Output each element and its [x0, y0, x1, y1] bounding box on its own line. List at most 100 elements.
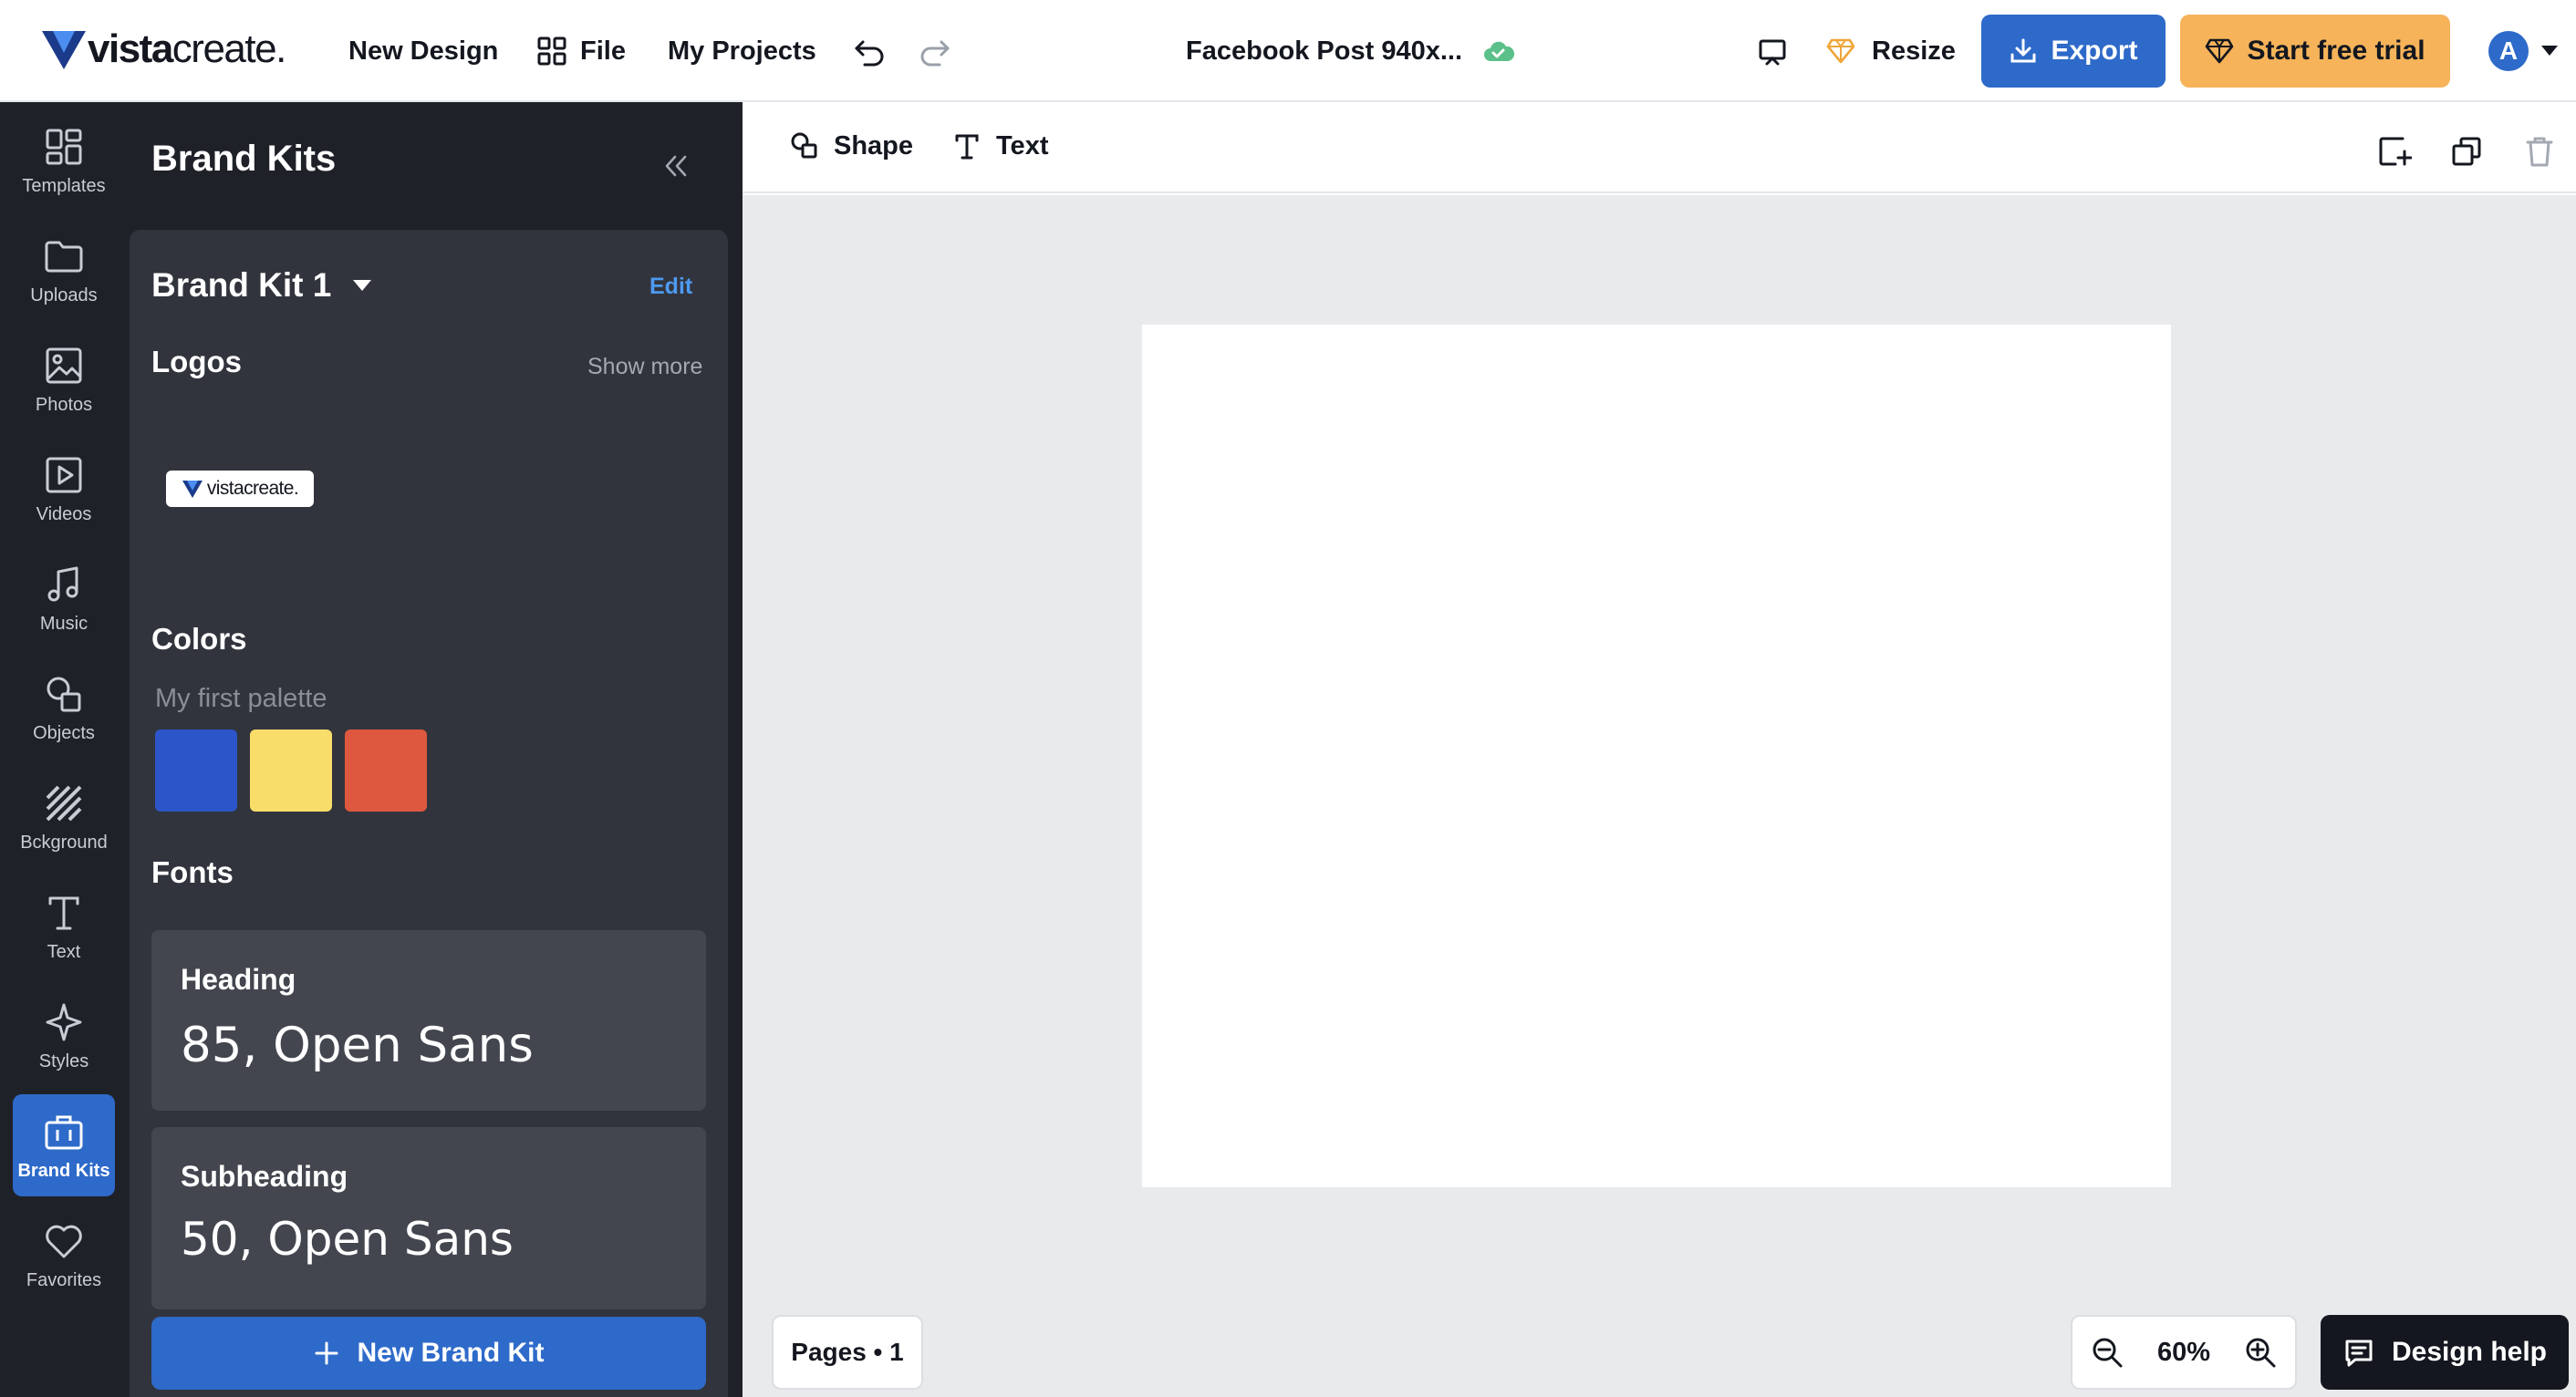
new-design-button[interactable]: New Design: [348, 31, 498, 71]
rail-label: Music: [39, 613, 88, 634]
redo-button[interactable]: [916, 33, 954, 71]
brand-kits-panel: Brand Kits Brand Kit 1 Edit Logos Show m…: [130, 102, 743, 1397]
zoom-control: 60%: [2071, 1315, 2297, 1390]
colors-title: Colors: [151, 622, 247, 656]
present-button[interactable]: [1753, 33, 1792, 71]
logo-text-light: create: [171, 26, 277, 71]
text-tool-button[interactable]: Text: [950, 129, 1048, 162]
templates-icon: [46, 129, 82, 164]
duplicate-icon[interactable]: [2448, 133, 2485, 170]
color-swatch-yellow[interactable]: [250, 730, 332, 812]
new-brand-kit-label: New Brand Kit: [357, 1338, 545, 1368]
vistacreate-logo[interactable]: vistacreate.: [40, 26, 286, 73]
edit-brand-kit-link[interactable]: Edit: [649, 274, 692, 300]
redo-icon: [920, 40, 950, 67]
rail-label: Brand Kits: [17, 1160, 110, 1181]
trash-icon[interactable]: [2521, 133, 2558, 170]
avatar[interactable]: A: [2488, 31, 2529, 71]
palette-name: My first palette: [155, 684, 327, 713]
rail-item-music[interactable]: Music: [13, 547, 115, 649]
font-label: Heading: [181, 963, 296, 996]
zoom-in-icon[interactable]: [2242, 1334, 2279, 1371]
caret-down-icon: [353, 280, 372, 291]
vistacreate-logo-icon: [42, 31, 86, 69]
font-card-heading[interactable]: Heading 85, Open Sans: [151, 930, 706, 1111]
color-swatch-blue[interactable]: [155, 730, 237, 812]
image-icon: [46, 347, 82, 383]
presentation-icon: [1759, 39, 1786, 66]
design-canvas[interactable]: [1142, 325, 2171, 1187]
font-label: Subheading: [181, 1160, 348, 1193]
rail-item-background[interactable]: Bckground: [13, 766, 115, 868]
logo-thumb-text: vistacreate.: [206, 478, 299, 499]
rail-label: Objects: [33, 722, 95, 743]
resize-button[interactable]: Resize: [1826, 31, 1956, 71]
logo-text-bold: vista: [88, 26, 173, 71]
my-projects-button[interactable]: My Projects: [668, 31, 816, 71]
text-icon: [48, 896, 79, 929]
font-spec: 50, Open Sans: [181, 1213, 514, 1266]
music-icon: [47, 566, 78, 601]
rail-label: Favorites: [26, 1269, 102, 1290]
rail-item-videos[interactable]: Videos: [13, 438, 115, 540]
briefcase-icon: [45, 1115, 83, 1149]
canvas-workspace: Pages • 1 60% Design help: [743, 195, 2576, 1397]
rail-label: Bckground: [20, 832, 108, 853]
vistacreate-logo-icon: [182, 481, 203, 498]
panel-title: Brand Kits: [151, 139, 337, 179]
chevron-down-icon[interactable]: [2541, 46, 2558, 56]
trial-label: Start free trial: [2247, 36, 2425, 66]
saved-status: [1480, 33, 1518, 71]
add-page-icon[interactable]: [2375, 133, 2412, 170]
rail-item-styles[interactable]: Styles: [13, 985, 115, 1087]
undo-icon: [855, 40, 884, 67]
font-spec: 85, Open Sans: [181, 1018, 534, 1073]
folder-icon: [45, 241, 83, 272]
new-brand-kit-button[interactable]: New Brand Kit: [151, 1317, 706, 1390]
top-bar: vistacreate. New Design File My Projects…: [0, 0, 2576, 102]
rail-item-brand-kits[interactable]: Brand Kits: [13, 1094, 115, 1196]
text-label: Text: [996, 130, 1049, 160]
rail-item-text[interactable]: Text: [13, 875, 115, 978]
rail-item-favorites[interactable]: Favorites: [13, 1204, 115, 1306]
brand-logo-thumbnail[interactable]: vistacreate.: [166, 471, 314, 507]
chevrons-left-icon: [665, 155, 687, 177]
zoom-level[interactable]: 60%: [2157, 1338, 2210, 1368]
collapse-panel-button[interactable]: [657, 148, 693, 184]
color-swatch-red[interactable]: [345, 730, 427, 812]
rail-item-templates[interactable]: Templates: [13, 109, 115, 212]
left-rail: Templates Uploads Photos Videos Music Ob…: [0, 102, 130, 1397]
rail-label: Styles: [38, 1050, 89, 1071]
sparkle-icon: [46, 1003, 82, 1040]
heart-icon: [46, 1225, 82, 1257]
export-button[interactable]: Export: [1981, 15, 2166, 88]
shape-tool-button[interactable]: Shape: [788, 129, 913, 162]
plus-icon: [315, 1341, 338, 1365]
file-menu-button[interactable]: File: [536, 31, 626, 71]
brand-kit-name: Brand Kit 1: [151, 266, 332, 304]
document-title[interactable]: Facebook Post 940x...: [1186, 31, 1462, 71]
rail-item-uploads[interactable]: Uploads: [13, 219, 115, 321]
rail-label: Videos: [36, 503, 92, 524]
file-label: File: [580, 36, 626, 66]
start-free-trial-button[interactable]: Start free trial: [2180, 15, 2450, 88]
font-card-subheading[interactable]: Subheading 50, Open Sans: [151, 1127, 706, 1309]
export-label: Export: [2051, 36, 2138, 66]
video-icon: [46, 457, 82, 492]
rail-label: Text: [47, 941, 81, 962]
pages-button[interactable]: Pages • 1: [772, 1315, 923, 1390]
rail-label: Templates: [22, 175, 106, 196]
zoom-out-icon[interactable]: [2089, 1334, 2125, 1371]
design-help-label: Design help: [2391, 1337, 2548, 1367]
resize-label: Resize: [1872, 36, 1956, 66]
background-icon: [46, 785, 82, 821]
rail-label: Photos: [35, 394, 93, 415]
show-more-logos-link[interactable]: Show more: [587, 354, 702, 380]
shapes-icon: [47, 677, 81, 711]
rail-item-photos[interactable]: Photos: [13, 328, 115, 430]
brand-kit-selector[interactable]: Brand Kit 1: [151, 266, 372, 305]
rail-item-objects[interactable]: Objects: [13, 657, 115, 759]
grid-icon: [537, 36, 566, 66]
undo-button[interactable]: [850, 33, 888, 71]
design-help-button[interactable]: Design help: [2321, 1315, 2569, 1390]
